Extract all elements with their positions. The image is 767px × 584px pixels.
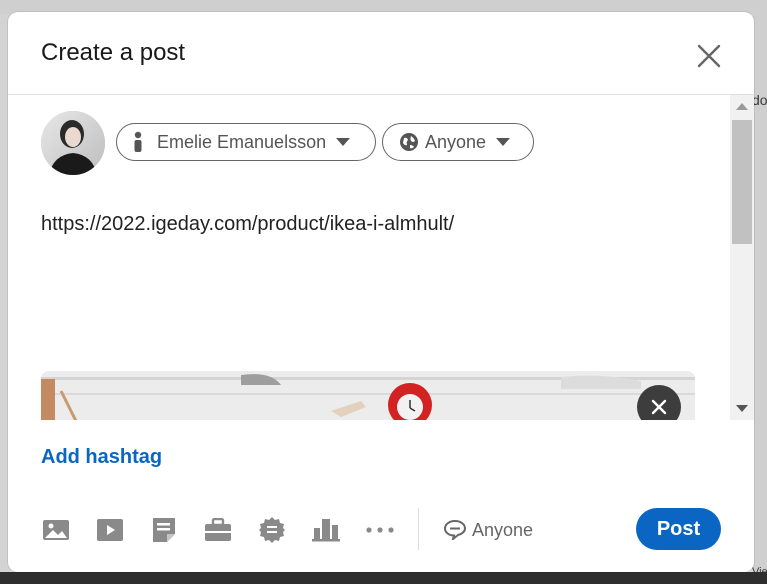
avatar-photo (41, 111, 105, 175)
visibility-label: Anyone (425, 131, 487, 152)
post-text[interactable]: https://2022.igeday.com/product/ikea-i-a… (41, 213, 454, 236)
dialog-title: Create a post (41, 39, 186, 66)
comment-control-button[interactable]: Anyone (444, 514, 533, 546)
add-photo-button[interactable] (40, 514, 72, 546)
briefcase-icon (205, 518, 231, 541)
post-button[interactable]: Post (636, 508, 721, 550)
chevron-down-icon (336, 138, 351, 146)
add-video-button[interactable] (94, 514, 126, 546)
close-icon (697, 44, 721, 68)
author-selector[interactable]: Emelie Emanuelsson (116, 123, 376, 161)
dialog-header: Create a post (8, 12, 754, 95)
more-icon (366, 527, 394, 533)
create-poll-button[interactable] (310, 514, 342, 546)
post-toolbar: Anyone Post (8, 500, 754, 560)
close-icon (651, 399, 667, 415)
create-post-dialog: Create a post Emelie Emanuelsson Anyone … (8, 12, 754, 572)
post-editor-scroll-area[interactable]: Emelie Emanuelsson Anyone https://2022.i… (8, 95, 754, 420)
close-button[interactable] (692, 39, 726, 73)
poll-icon (312, 519, 340, 542)
background-right-snippet: do (752, 92, 767, 108)
link-preview-image (41, 371, 695, 420)
vertical-scrollbar[interactable] (730, 95, 754, 420)
comment-control-label: Anyone (472, 519, 534, 540)
scroll-down-arrow-icon[interactable] (736, 405, 748, 412)
more-options-button[interactable] (364, 514, 396, 546)
celebrate-icon (259, 517, 285, 543)
celebrate-button[interactable] (256, 514, 288, 546)
globe-icon (400, 133, 418, 151)
visibility-selector[interactable]: Anyone (382, 123, 534, 161)
scroll-up-arrow-icon[interactable] (736, 103, 748, 110)
comment-icon (444, 520, 466, 540)
add-hashtag-link[interactable]: Add hashtag (41, 446, 162, 469)
video-icon (97, 519, 123, 541)
person-icon (134, 131, 142, 152)
author-name: Emelie Emanuelsson (157, 131, 327, 152)
scrollbar-thumb[interactable] (732, 120, 752, 244)
photo-icon (43, 520, 69, 540)
toolbar-divider (418, 508, 419, 550)
preview-photo (41, 371, 695, 420)
avatar (41, 111, 105, 175)
add-document-button[interactable] (148, 514, 180, 546)
background-bottom-strip (0, 572, 767, 584)
chevron-down-icon (496, 138, 511, 146)
document-icon (153, 518, 175, 542)
share-job-button[interactable] (202, 514, 234, 546)
